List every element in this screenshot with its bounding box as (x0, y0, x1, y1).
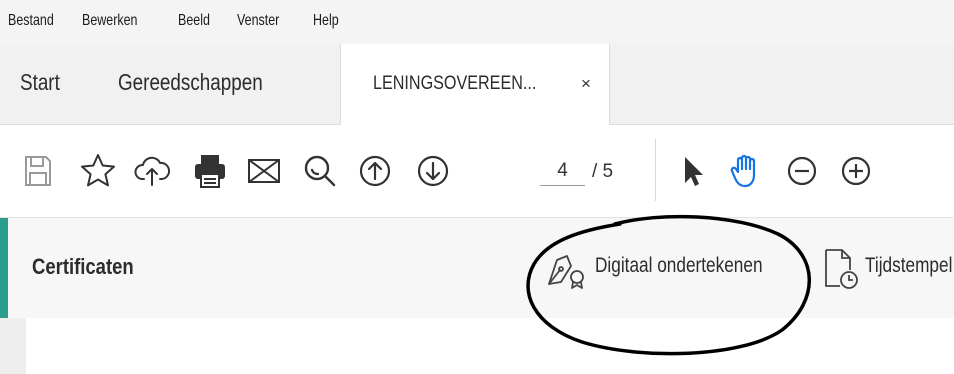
star-icon[interactable] (78, 151, 118, 191)
zoom-in-icon[interactable] (836, 151, 876, 191)
zoom-search-icon[interactable] (300, 151, 340, 191)
cloud-upload-icon[interactable] (132, 151, 172, 191)
arrow-down-icon[interactable] (413, 151, 453, 191)
left-panel-strip (0, 318, 26, 374)
page-total: / 5 (592, 161, 614, 182)
document-area (0, 318, 954, 374)
tab-gereedschappen[interactable]: Gereedschappen (118, 69, 263, 96)
tab-document[interactable]: LENINGSOVEREEN... × (340, 44, 610, 125)
page-number-input[interactable]: 4 (540, 157, 585, 186)
timestamp-clip: Tijdstempel (0, 218, 954, 318)
toolbar-divider (655, 139, 656, 201)
mail-icon[interactable] (244, 151, 284, 191)
menu-venster[interactable]: Venster (237, 12, 279, 30)
timestamp-button[interactable]: Tijdstempel (865, 254, 952, 278)
menu-bestand[interactable]: Bestand (8, 12, 54, 30)
tab-bar: Start Gereedschappen LENINGSOVEREEN... × (0, 44, 954, 125)
zoom-out-icon[interactable] (782, 151, 822, 191)
menu-bewerken[interactable]: Bewerken (82, 12, 138, 30)
timestamp-icon[interactable] (820, 246, 862, 292)
tab-document-title: LENINGSOVEREEN... (373, 73, 537, 94)
menu-help[interactable]: Help (313, 12, 339, 30)
pointer-icon[interactable] (672, 151, 712, 191)
menu-beeld[interactable]: Beeld (178, 12, 210, 30)
save-icon[interactable] (18, 151, 58, 191)
print-icon[interactable] (190, 151, 230, 191)
arrow-up-icon[interactable] (355, 151, 395, 191)
close-tab-icon[interactable]: × (581, 74, 591, 94)
certificates-toolbar: Certificaten Digitaal ondertekenen Tijds… (0, 218, 954, 318)
menu-bar: Bestand Bewerken Beeld Venster Help (0, 0, 954, 44)
tab-start[interactable]: Start (20, 69, 60, 96)
hand-icon[interactable] (726, 151, 766, 191)
main-toolbar: 4 / 5 (0, 125, 954, 218)
